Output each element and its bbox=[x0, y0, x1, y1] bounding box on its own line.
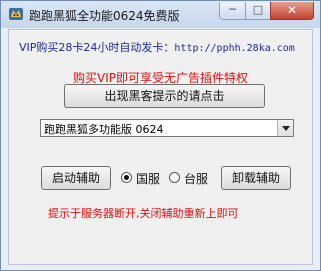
vip-purchase-url[interactable]: http://pphh.28ka.com bbox=[174, 43, 294, 54]
server-radio-guofu[interactable] bbox=[121, 172, 132, 183]
close-button[interactable]: ✕ bbox=[270, 2, 314, 20]
minimize-button[interactable]: ─ bbox=[219, 2, 246, 20]
app-window: 跑跑黑狐全功能0624免费版 ─ □ ✕ VIP购买28卡24小时自动发卡：ht… bbox=[0, 0, 321, 271]
server-radio-taifu[interactable] bbox=[169, 172, 180, 183]
server-label-taifu[interactable]: 台服 bbox=[184, 170, 208, 187]
vip-purchase-line: VIP购买28卡24小时自动发卡：http://pphh.28ka.com bbox=[19, 39, 295, 55]
fox-app-icon bbox=[8, 6, 24, 22]
vip-purchase-text: VIP购买28卡24小时自动发卡： bbox=[19, 41, 175, 54]
window-title: 跑跑黑狐全功能0624免费版 bbox=[29, 9, 180, 23]
maximize-button[interactable]: □ bbox=[245, 2, 271, 20]
version-select-value: 跑跑黑狐多功能版 0624 bbox=[44, 123, 164, 136]
disconnect-hint-text: 提示于服务器断开,关闭辅助重新上即可 bbox=[48, 207, 239, 220]
start-assist-button[interactable]: 启动辅助 bbox=[41, 166, 111, 190]
unload-assist-button[interactable]: 卸载辅助 bbox=[221, 166, 291, 190]
server-label-guofu[interactable]: 国服 bbox=[136, 170, 160, 187]
version-select[interactable]: 跑跑黑狐多功能版 0624 bbox=[40, 119, 294, 137]
hacker-warning-button[interactable]: 出现黑客提示的请点击 bbox=[64, 84, 265, 108]
title-bar[interactable]: 跑跑黑狐全功能0624免费版 ─ □ ✕ bbox=[1, 1, 320, 28]
chevron-down-icon[interactable] bbox=[277, 120, 293, 136]
main-panel: VIP购买28卡24小时自动发卡：http://pphh.28ka.com 购买… bbox=[8, 29, 313, 265]
